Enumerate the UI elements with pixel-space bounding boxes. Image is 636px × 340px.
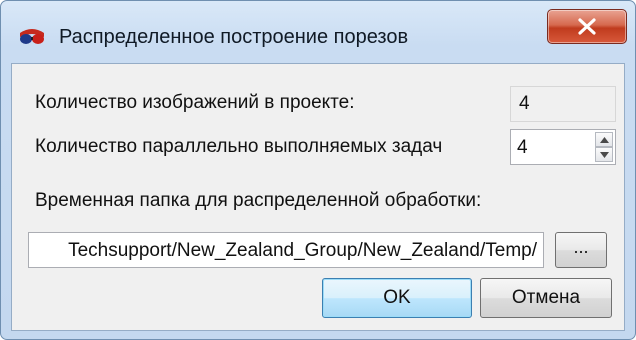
dialog-window: Распределенное построение порезов Количе…: [0, 0, 636, 340]
arrow-down-icon: [600, 152, 609, 158]
dialog-body: Количество изображений в проекте: 4 Коли…: [11, 63, 625, 331]
close-icon: [578, 18, 596, 35]
temp-folder-input[interactable]: Techsupport/New_Zealand_Group/New_Zealan…: [28, 232, 544, 268]
temp-folder-value: Techsupport/New_Zealand_Group/New_Zealan…: [68, 240, 537, 261]
title-bar[interactable]: Распределенное построение порезов: [1, 1, 635, 59]
ok-button[interactable]: OK: [322, 278, 472, 318]
cancel-button[interactable]: Отмена: [480, 278, 612, 318]
browse-button[interactable]: ...: [555, 232, 607, 268]
spin-down-button[interactable]: [595, 147, 613, 162]
spin-up-button[interactable]: [595, 132, 613, 147]
parallel-tasks-label: Количество параллельно выполняемых задач: [35, 136, 443, 157]
stereo-glasses-icon: [19, 28, 45, 46]
images-count-value: 4: [510, 86, 616, 122]
arrow-up-icon: [600, 137, 609, 143]
images-count-label: Количество изображений в проекте:: [35, 92, 355, 113]
parallel-tasks-value[interactable]: 4: [517, 137, 528, 159]
parallel-tasks-spinbox[interactable]: 4: [510, 129, 616, 165]
close-button[interactable]: [547, 9, 627, 44]
window-title: Распределенное построение порезов: [59, 26, 409, 48]
temp-folder-label: Временная папка для распределенной обраб…: [35, 190, 482, 211]
